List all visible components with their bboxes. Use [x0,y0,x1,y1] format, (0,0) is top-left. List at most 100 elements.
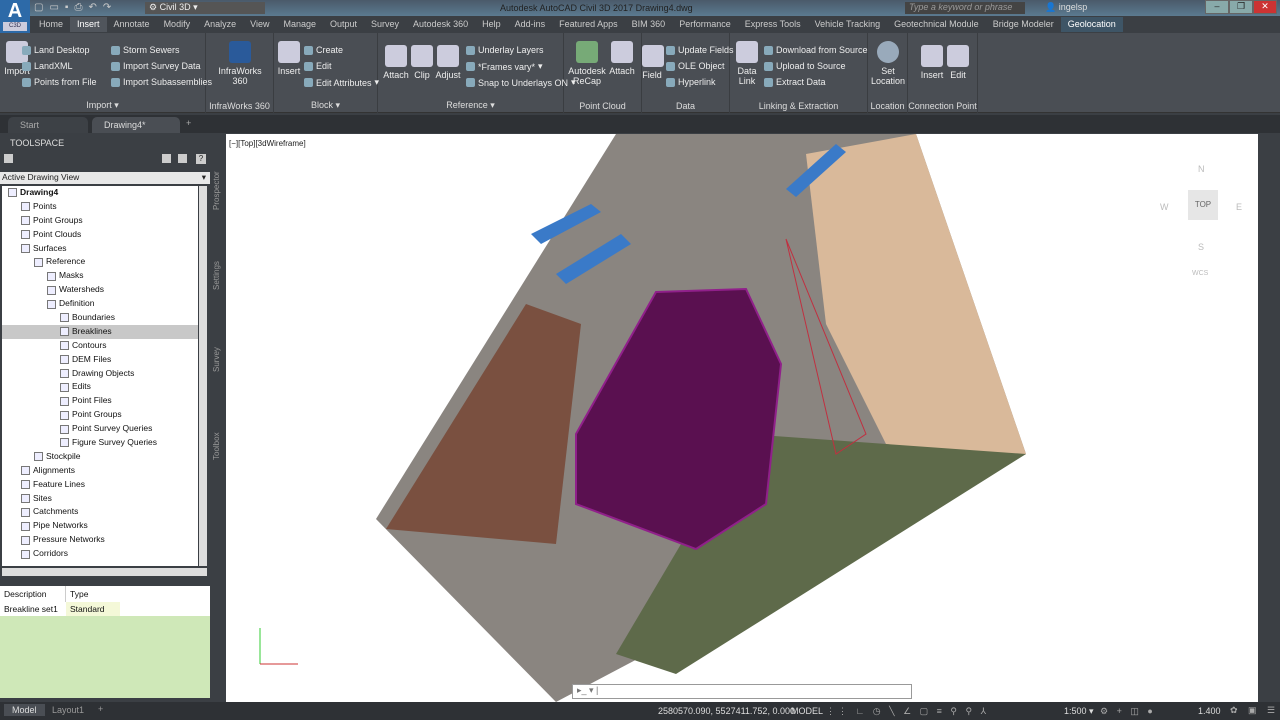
tree-item[interactable]: Definition [2,297,198,311]
user-account[interactable]: 👤 ingelsp [1045,2,1087,13]
viewcube-north[interactable]: N [1198,164,1205,174]
tab-survey[interactable]: Survey [364,17,406,32]
tree-item[interactable]: Feature Lines [2,478,198,492]
tree-item[interactable]: Contours [2,339,198,353]
panel-title[interactable]: Reference ▾ [378,100,563,111]
viewcube-east[interactable]: E [1236,202,1242,212]
infraworks-button[interactable]: InfraWorks 360 [210,41,270,86]
frames-dropdown[interactable]: *Frames vary* ▾ [466,61,543,72]
model-space-toggle[interactable]: MODEL [791,706,823,716]
tab-autodesk-360[interactable]: Autodesk 360 [406,17,475,32]
minimize-button[interactable]: – [1205,0,1229,14]
wcs-menu[interactable]: WCS [1192,270,1208,277]
extract-data-button[interactable]: Extract Data [764,77,826,87]
import-survey-data-button[interactable]: Import Survey Data [111,61,201,71]
set-location-button[interactable]: Set Location [870,41,906,86]
tab-view[interactable]: View [243,17,276,32]
workspace-toggles[interactable]: ⚙ + ◫ ● [1100,706,1156,717]
tree-item[interactable]: Point Survey Queries [2,422,198,436]
tree-scrollbar[interactable] [199,186,207,566]
panel-title[interactable]: Import ▾ [0,100,205,111]
landxml-button[interactable]: LandXML [22,61,73,71]
workspace-dropdown[interactable]: ⚙ Civil 3D ▾ [145,2,265,14]
tab-start[interactable]: Start [8,117,88,133]
tree-item[interactable]: Drawing4 [2,186,198,200]
tree-item[interactable]: Corridors [2,547,198,561]
recap-button[interactable]: Autodesk ReCap [568,41,606,86]
create-block-button[interactable]: Create [304,45,343,55]
tree-item[interactable]: Points [2,200,198,214]
tab-annotate[interactable]: Annotate [107,17,157,32]
tab-bim-360[interactable]: BIM 360 [625,17,673,32]
tree-item[interactable]: Figure Survey Queries [2,436,198,450]
panel-title[interactable]: Block ▾ [274,100,377,111]
tree-item[interactable]: Reference [2,255,198,269]
tree-item[interactable]: DEM Files [2,353,198,367]
command-line[interactable]: ▸_ ▾ | [572,684,912,699]
storm-sewers-button[interactable]: Storm Sewers [111,45,180,55]
tab-settings[interactable]: Settings [212,261,221,290]
ole-object-button[interactable]: OLE Object [666,61,725,71]
land-desktop-button[interactable]: Land Desktop [22,45,90,55]
save-icon[interactable]: ▪ [65,2,69,13]
tab-vehicle-tracking[interactable]: Vehicle Tracking [808,17,888,32]
tab-featured-apps[interactable]: Featured Apps [552,17,625,32]
tree-item[interactable]: Surfaces [2,242,198,256]
viewcube-south[interactable]: S [1198,242,1204,252]
insert-block-button[interactable]: Insert [276,41,302,76]
item-view-icon[interactable] [162,154,171,163]
tree-item[interactable]: Edits [2,380,198,394]
tab-modify[interactable]: Modify [157,17,198,32]
tree-item[interactable]: Point Files [2,394,198,408]
tree-item[interactable]: Watersheds [2,283,198,297]
column-header-type[interactable]: Type [66,586,88,602]
tree-item[interactable]: Point Groups [2,214,198,228]
snap-underlays-button[interactable]: Snap to Underlays ON ▾ [466,77,576,88]
tab-help[interactable]: Help [475,17,508,32]
tree-item[interactable]: Breaklines [2,324,198,339]
restore-button[interactable]: ❐ [1229,0,1253,14]
tree-item[interactable]: Masks [2,269,198,283]
tab-model[interactable]: Model [4,704,45,716]
tab-layout1[interactable]: Layout1 [52,705,84,715]
tree-item[interactable]: Catchments [2,505,198,519]
field-button[interactable]: Field [642,45,664,80]
viewcube-west[interactable]: W [1160,202,1169,212]
tree-item[interactable]: Drawing Objects [2,367,198,381]
tab-insert[interactable]: Insert [70,17,107,32]
edit-block-button[interactable]: Edit [304,61,332,71]
import-subassemblies-button[interactable]: Import Subassemblies [111,77,212,87]
tab-geolocation[interactable]: Geolocation [1060,17,1123,32]
attach-button[interactable]: Attach [383,45,409,80]
tab-survey[interactable]: Survey [212,347,221,372]
tree-item[interactable]: Stockpile [2,450,198,464]
tab-analyze[interactable]: Analyze [197,17,243,32]
table-row[interactable]: Breakline set1 Standard [0,602,210,616]
points-from-file-button[interactable]: Points from File [22,77,97,87]
add-layout-button[interactable]: + [98,704,103,714]
search-input[interactable]: Type a keyword or phrase [905,2,1025,14]
tab-prospector[interactable]: Prospector [212,171,221,210]
adjust-button[interactable]: Adjust [435,45,461,80]
drafting-toggles[interactable]: ⋮⋮ ∟ ◷ ╲ ∠ ▢ ≡ ⚲ ⚲ ⅄ [826,706,989,717]
annotation-scale[interactable]: 1:500 ▾ [1064,706,1094,717]
application-menu-button[interactable]: A C3D [0,0,30,34]
hyperlink-button[interactable]: Hyperlink [666,77,716,87]
tab-geotechnical-module[interactable]: Geotechnical Module [887,17,986,32]
tree-item[interactable]: Pipe Networks [2,519,198,533]
viewcube[interactable]: TOP [1188,190,1218,220]
tree-item[interactable]: Sites [2,492,198,506]
help-icon[interactable]: ? [196,154,206,164]
toolspace-icon[interactable] [4,154,13,163]
column-header-description[interactable]: Description [0,586,66,602]
underlay-layers-button[interactable]: Underlay Layers [466,45,544,55]
new-icon[interactable]: ▢ [34,2,43,13]
customize-icon[interactable]: ✿ ▣ ☰ [1230,705,1279,716]
drawing-viewport[interactable]: [−][Top][3dWireframe] TOP N S E W WCS [226,134,1258,702]
tree-item[interactable]: Alignments [2,464,198,478]
print-icon[interactable]: ⎙ [74,2,82,13]
tree-item[interactable]: Pressure Networks [2,533,198,547]
tab-drawing4[interactable]: Drawing4* [92,117,180,133]
tab-toolbox[interactable]: Toolbox [212,432,221,460]
tab-manage[interactable]: Manage [276,17,323,32]
